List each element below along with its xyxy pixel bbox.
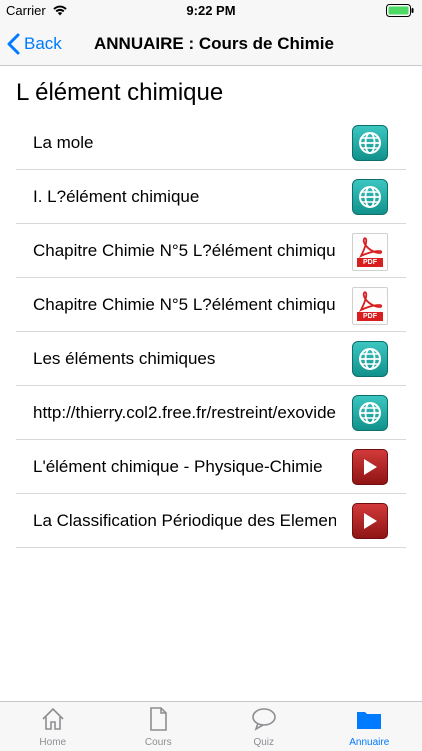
list-item[interactable]: Les éléments chimiques [16,332,406,386]
tab-quiz[interactable]: Quiz [211,702,317,751]
list-item[interactable]: La Classification Périodique des Element… [16,494,406,548]
tab-home[interactable]: Home [0,702,106,751]
list-item-label: I. L?élément chimique [33,187,336,207]
back-label: Back [24,34,62,54]
pdf-icon: PDF [352,287,388,323]
video-play-icon [352,449,388,485]
list-item[interactable]: Chapitre Chimie N°5 L?élément chimique PD… [16,224,406,278]
list-item[interactable]: L'élément chimique - Physique-Chimie [16,440,406,494]
back-button[interactable]: Back [7,31,62,57]
navigation-bar: Back ANNUAIRE : Cours de Chimie [0,22,422,66]
folder-icon [355,706,383,737]
section-title: L élément chimique [16,79,223,107]
list-item-label: La mole [33,133,336,153]
list-item-label: La Classification Périodique des Element… [33,511,336,531]
home-icon [40,706,66,737]
list-item-label: http://thierry.col2.free.fr/restreint/ex… [33,403,336,423]
tab-label: Annuaire [317,737,422,748]
tab-label: Home [0,737,106,748]
web-globe-icon [352,125,388,161]
list-item-label: Les éléments chimiques [33,349,336,369]
document-icon [145,706,171,737]
tab-annuaire[interactable]: Annuaire [317,702,422,751]
tab-label: Cours [106,737,212,748]
status-bar: Carrier 9:22 PM [0,0,422,22]
web-globe-icon [352,179,388,215]
pdf-icon: PDF [352,233,388,269]
web-globe-icon [352,395,388,431]
resource-list: La mole I. L?élément chimique Chapitre Chi… [16,116,406,548]
page-title: ANNUAIRE : Cours de Chimie [94,34,334,54]
list-item[interactable]: Chapitre Chimie N°5 L?élément chimique PD… [16,278,406,332]
video-play-icon [352,503,388,539]
battery-icon [386,4,414,20]
chat-bubble-icon [251,706,277,737]
web-globe-icon [352,341,388,377]
list-item[interactable]: http://thierry.col2.free.fr/restreint/ex… [16,386,406,440]
list-item-label: Chapitre Chimie N°5 L?élément chimique [33,295,336,315]
list-item[interactable]: I. L?élément chimique [16,170,406,224]
list-item-label: L'élément chimique - Physique-Chimie [33,457,336,477]
tab-bar: HomeCoursQuizAnnuaire [0,701,422,751]
tab-label: Quiz [211,737,317,748]
list-item[interactable]: La mole [16,116,406,170]
status-time: 9:22 PM [0,3,422,18]
tab-cours[interactable]: Cours [106,702,212,751]
chevron-left-icon [7,33,20,55]
list-item-label: Chapitre Chimie N°5 L?élément chimique [33,241,336,261]
